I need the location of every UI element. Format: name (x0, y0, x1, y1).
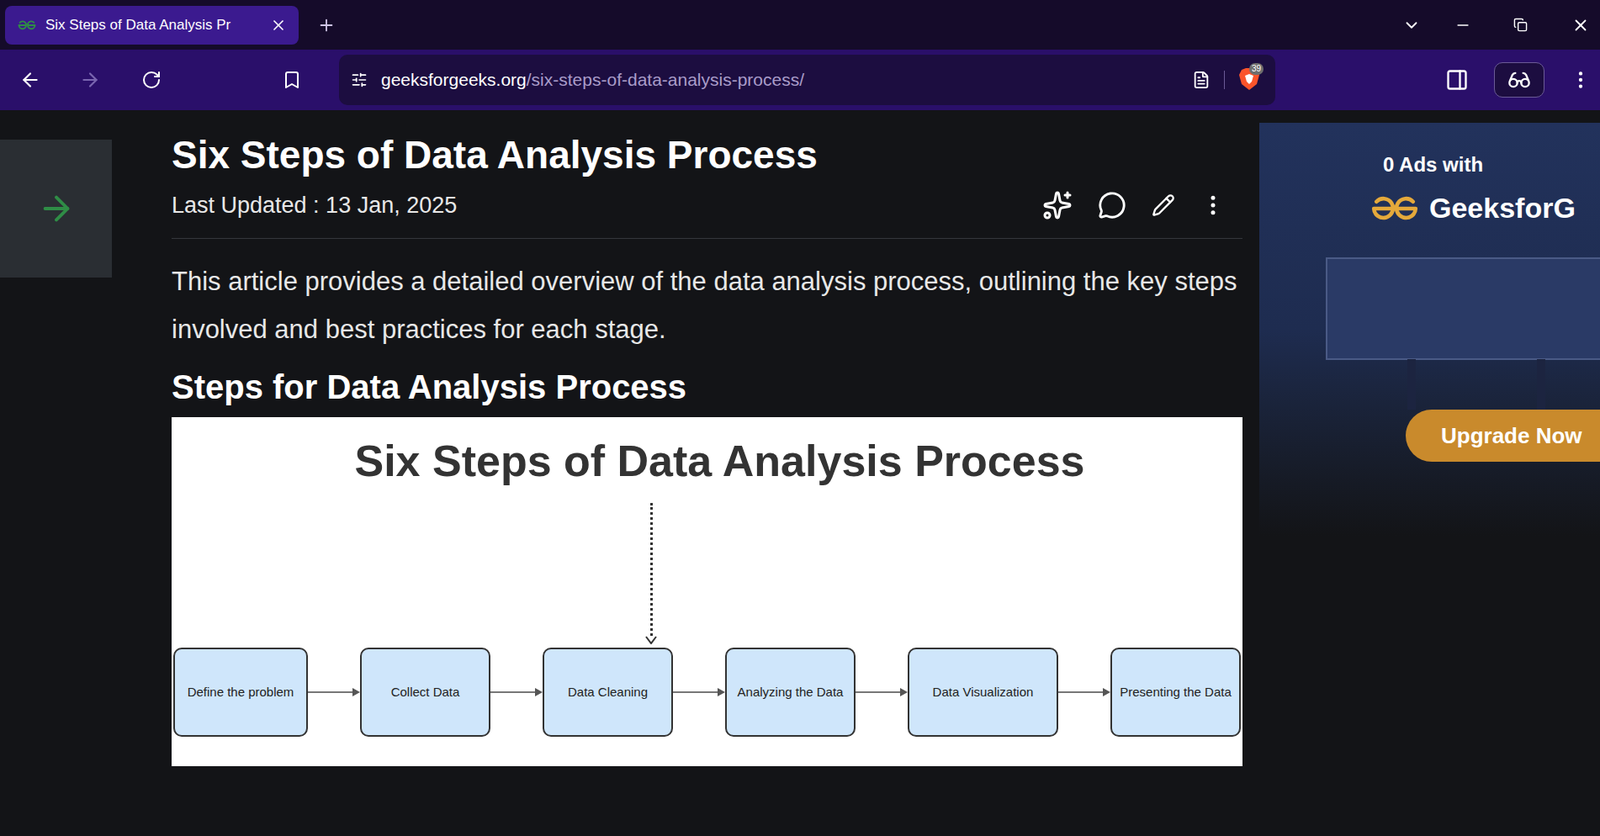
back-button[interactable] (11, 61, 49, 99)
bookmark-icon (281, 69, 302, 91)
close-window-icon[interactable] (1571, 15, 1590, 35)
dotted-arrow (644, 503, 658, 645)
arrowhead-icon (535, 688, 543, 697)
ad-panel: 0 Ads with GeeksforG Upgrade Now (1259, 110, 1600, 836)
page-content: Six Steps of Data Analysis Process Last U… (0, 110, 1600, 836)
comment-icon[interactable] (1097, 190, 1127, 220)
arrowhead-icon (1102, 688, 1111, 697)
divider (171, 238, 1243, 239)
browser-tab[interactable]: Six Steps of Data Analysis Pr (5, 5, 299, 45)
url-text[interactable]: geeksforgeeks.org/six-steps-of-data-anal… (381, 66, 1179, 94)
tab-strip: Six Steps of Data Analysis Pr (0, 0, 1600, 50)
step-box: Define the problem (173, 647, 308, 737)
browser-window: Six Steps of Data Analysis Pr geeksforgee… (0, 0, 1600, 836)
reload-button[interactable] (132, 61, 170, 99)
arrow-right-icon (79, 68, 101, 91)
ad-banner: 0 Ads with GeeksforG Upgrade Now (1259, 122, 1600, 536)
steps-row: Define the problem Collect Data Data Clean… (171, 647, 1243, 737)
ai-sparkle-icon[interactable] (1042, 190, 1073, 221)
arrow-left-icon (19, 68, 42, 91)
restore-icon[interactable] (1513, 17, 1528, 32)
shields-button[interactable]: 39 (1238, 67, 1264, 93)
site-info-icon[interactable] (350, 71, 368, 89)
step-box: Presenting the Data (1110, 647, 1241, 737)
diagram-title: Six Steps of Data Analysis Process (171, 417, 1243, 487)
sidebar-icon[interactable] (1445, 68, 1469, 92)
arrowhead-icon (717, 688, 726, 697)
article: Six Steps of Data Analysis Process Last U… (171, 110, 1243, 836)
step-box: Analyzing the Data (725, 647, 856, 737)
bookmark-button[interactable] (273, 61, 311, 99)
left-gutter (0, 110, 172, 836)
reader-mode-icon[interactable] (1192, 70, 1211, 90)
toolbar: geeksforgeeks.org/six-steps-of-data-anal… (0, 49, 1600, 111)
upgrade-button[interactable]: Upgrade Now (1405, 409, 1600, 462)
reload-icon (141, 69, 162, 91)
shields-badge: 39 (1249, 63, 1264, 75)
minimize-icon[interactable] (1454, 16, 1472, 34)
step-box: Data Cleaning (542, 647, 673, 737)
gfg-logo-icon (1368, 195, 1421, 223)
arrowhead-icon (900, 688, 908, 697)
edit-icon[interactable] (1151, 193, 1176, 218)
ad-brand: GeeksforG (1259, 186, 1600, 230)
step-connector (490, 688, 543, 697)
step-connector (1058, 688, 1111, 697)
private-button[interactable] (1494, 62, 1545, 98)
arrow-right-icon (37, 189, 76, 228)
diagram-image: Six Steps of Data Analysis Process Define… (171, 417, 1243, 767)
step-connector (307, 688, 361, 697)
new-tab-icon[interactable] (317, 15, 336, 35)
arrowhead-icon (352, 688, 361, 697)
close-icon[interactable] (270, 16, 287, 34)
step-box: Data Visualization (907, 647, 1059, 737)
glasses-icon (1507, 68, 1532, 92)
address-bar[interactable]: geeksforgeeks.org/six-steps-of-data-anal… (339, 54, 1276, 106)
menu-icon[interactable] (1569, 68, 1592, 91)
article-meta: Last Updated : 13 Jan, 2025 (171, 188, 1243, 223)
last-updated: Last Updated : 13 Jan, 2025 (171, 188, 457, 223)
step-connector (855, 688, 908, 697)
forward-button[interactable] (71, 61, 109, 99)
tab-title: Six Steps of Data Analysis Pr (45, 14, 262, 37)
section-heading: Steps for Data Analysis Process (171, 365, 1243, 409)
article-intro: This article provides a detailed overvie… (171, 257, 1243, 354)
sidebar-toggle[interactable] (0, 139, 112, 278)
step-connector (672, 688, 726, 697)
gfg-logo-icon (16, 19, 38, 32)
tab-list-icon[interactable] (1402, 15, 1421, 35)
step-box: Collect Data (360, 647, 491, 737)
more-icon[interactable] (1200, 192, 1226, 218)
article-title: Six Steps of Data Analysis Process (171, 132, 1243, 179)
billboard-icon (1259, 249, 1600, 410)
ad-line: 0 Ads with (1382, 149, 1484, 181)
arrowhead-icon (645, 635, 657, 645)
